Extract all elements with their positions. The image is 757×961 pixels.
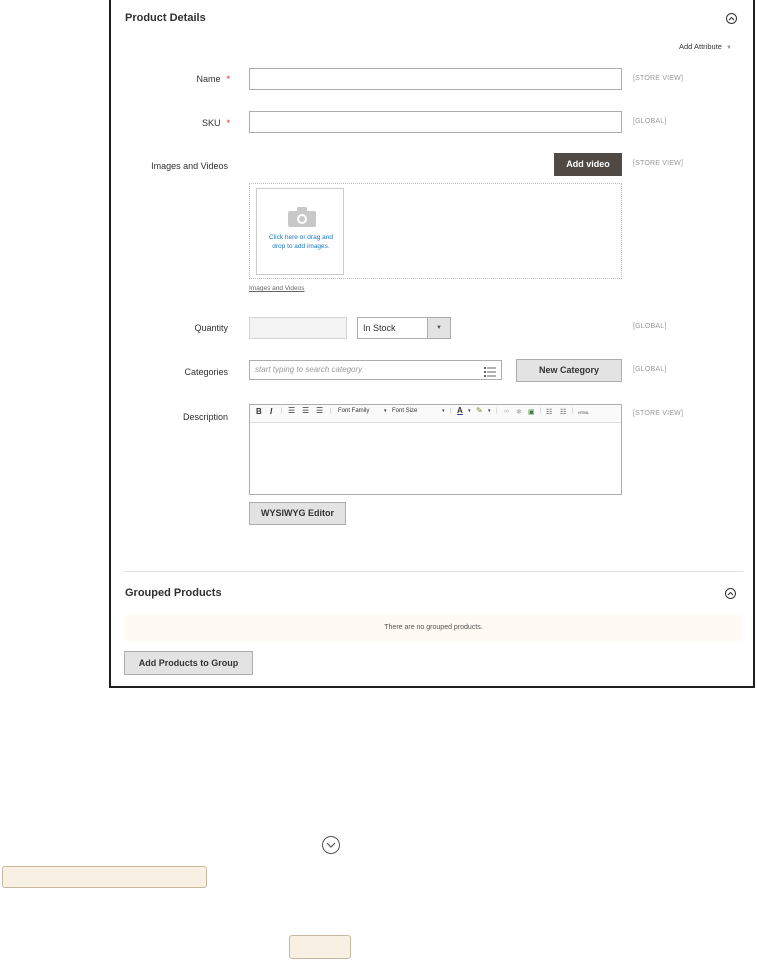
stock-status-value: In Stock	[363, 323, 396, 333]
html-button[interactable]: HTML	[578, 410, 589, 415]
sku-label-text: SKU	[201, 118, 221, 128]
unlink-icon[interactable]: ✱	[516, 408, 522, 416]
product-form-panel	[109, 0, 755, 688]
numbered-list-icon[interactable]: ☷	[560, 408, 566, 416]
categories-label: Categories	[184, 367, 228, 377]
text-color-icon[interactable]: A	[457, 406, 463, 415]
wysiwyg-editor-button[interactable]: WYSIWYG Editor	[249, 502, 346, 525]
product-details-title: Product Details	[125, 12, 206, 24]
highlight-bar	[2, 866, 207, 888]
highlight-button[interactable]	[289, 935, 351, 959]
list-icon	[484, 364, 496, 382]
name-label: Name *	[110, 74, 230, 84]
quantity-input[interactable]	[249, 317, 347, 339]
new-category-button[interactable]: New Category	[516, 359, 622, 382]
required-marker: *	[226, 118, 230, 128]
sku-input[interactable]	[249, 111, 622, 133]
collapse-grouped-products-icon[interactable]	[725, 588, 736, 599]
chevron-down-icon: ▼	[427, 318, 450, 338]
images-and-videos-link[interactable]: Images and Videos	[249, 285, 305, 292]
categories-search-input[interactable]: start typing to search category	[249, 360, 502, 380]
chevron-down-icon: ▾	[384, 408, 387, 414]
images-scope: [STORE VIEW]	[633, 160, 684, 167]
caret-down-icon: ▼	[726, 45, 732, 51]
chevron-down-icon: ▾	[488, 408, 491, 414]
align-center-icon[interactable]: ☰	[302, 406, 309, 415]
add-products-to-group-button[interactable]: Add Products to Group	[124, 651, 253, 675]
bold-button[interactable]: B	[256, 407, 262, 416]
categories-scope: [GLOBAL]	[633, 366, 667, 373]
align-left-icon[interactable]: ☰	[288, 406, 295, 415]
section-divider	[123, 571, 743, 572]
image-upload-box[interactable]: Click here or drag and drop to add image…	[256, 188, 344, 275]
no-grouped-products-notice: There are no grouped products.	[125, 615, 742, 641]
sku-scope: [GLOBAL]	[633, 118, 667, 125]
toolbar-divider: |	[281, 408, 283, 414]
name-scope: [STORE VIEW]	[633, 75, 684, 82]
editor-toolbar: B I | ☰ ☰ ☰ | Font Family ▾ Font Size ▾ …	[250, 405, 621, 423]
highlight-color-icon[interactable]: ✎	[476, 406, 483, 415]
description-scope: [STORE VIEW]	[633, 410, 684, 417]
expand-icon[interactable]	[322, 836, 340, 854]
categories-placeholder: start typing to search category	[255, 365, 363, 374]
add-attribute-label: Add Attribute	[679, 42, 722, 51]
name-input[interactable]	[249, 68, 622, 90]
font-size-label: Font Size	[392, 408, 418, 414]
sku-label: SKU *	[110, 118, 230, 128]
chevron-down-icon: ▾	[442, 408, 445, 414]
description-editor[interactable]: B I | ☰ ☰ ☰ | Font Family ▾ Font Size ▾ …	[249, 404, 622, 495]
toolbar-divider: |	[496, 408, 498, 414]
font-family-select[interactable]: Font Family	[338, 408, 369, 414]
font-family-label: Font Family	[338, 408, 370, 414]
link-icon[interactable]: ∞	[504, 408, 509, 415]
add-attribute-button[interactable]: Add Attribute ▼	[679, 42, 732, 51]
align-right-icon[interactable]: ☰	[316, 406, 323, 415]
bullet-list-icon[interactable]: ☷	[546, 408, 552, 416]
images-label: Images and Videos	[151, 161, 228, 171]
camera-icon	[288, 207, 316, 227]
quantity-scope: [GLOBAL]	[633, 323, 667, 330]
font-size-select[interactable]: Font Size	[392, 408, 417, 414]
image-icon[interactable]: ▣	[528, 408, 535, 416]
italic-button[interactable]: I	[270, 407, 272, 416]
name-label-text: Name	[196, 74, 221, 84]
required-marker: *	[226, 74, 230, 84]
collapse-product-details-icon[interactable]	[726, 13, 737, 24]
chevron-down-icon: ▾	[468, 408, 471, 414]
quantity-label: Quantity	[194, 323, 228, 333]
toolbar-divider: |	[572, 408, 574, 414]
stock-status-select[interactable]: In Stock ▼	[357, 317, 451, 339]
toolbar-divider: |	[540, 408, 542, 414]
dropzone-text: Click here or drag and drop to add image…	[269, 234, 333, 250]
grouped-products-title: Grouped Products	[125, 587, 222, 599]
description-label: Description	[182, 412, 228, 422]
add-video-button[interactable]: Add video	[554, 153, 622, 176]
toolbar-divider: |	[330, 408, 332, 414]
toolbar-divider: |	[450, 408, 452, 414]
